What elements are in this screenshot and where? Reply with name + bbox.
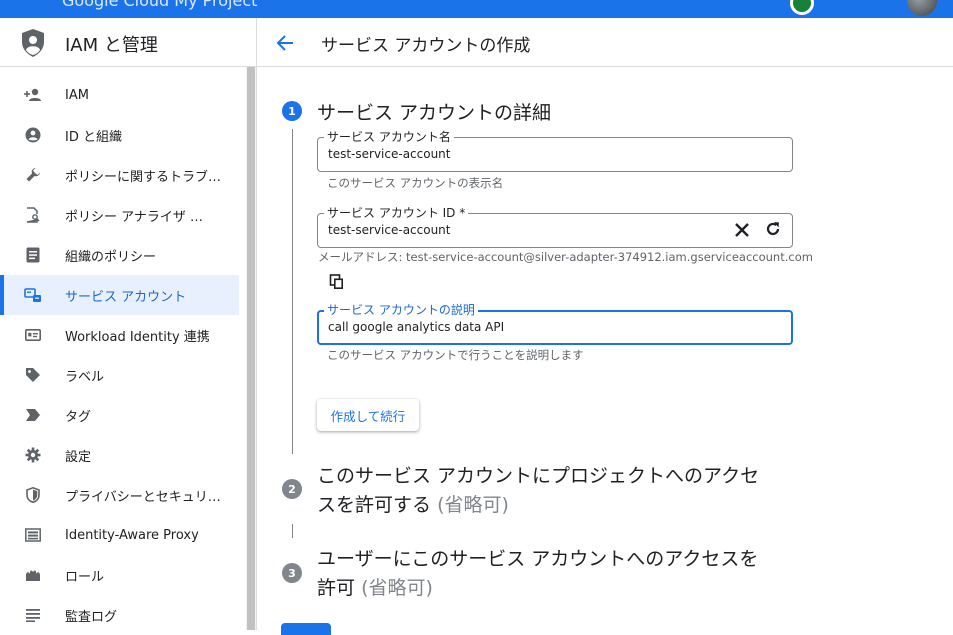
step-1-badge: 1 [282,101,302,121]
sidebar-item-label: 設定 [65,449,92,465]
sidebar-header: IAM と管理 [0,18,256,67]
sidebar-item-audit-logs[interactable]: 監査ログ [0,595,246,635]
avatar[interactable] [907,0,937,16]
step-connector [292,524,293,538]
id-card-icon [24,327,42,343]
email-address: メールアドレス: test-service-account@silver-ada… [318,250,813,264]
sidebar-item-org-policies[interactable]: 組織のポリシー [0,235,246,275]
sidebar-item-label: ロール [65,569,105,585]
person-add-icon [24,87,42,103]
field-label: サービス アカウント ID * [324,204,469,221]
sidebar-scrollbar[interactable] [246,67,256,630]
roles-icon [24,567,42,583]
account-circle-icon [24,127,42,143]
done-button[interactable] [281,623,331,635]
gear-icon [24,447,42,463]
optional-label: (省略可) [361,577,433,599]
sidebar-item-settings[interactable]: 設定 [0,435,246,475]
sidebar-item-label: ポリシー アナライザ … [65,209,204,225]
sidebar-item-identity-org[interactable]: ID と組織 [0,115,246,155]
sidebar: IAM と管理 IAM ID と組織 ポリシーに関するトラブ… ポリシー アナラ… [0,18,257,630]
sidebar-item-label: プライバシーとセキュリ… [65,489,221,505]
sidebar-item-label: サービス アカウント [65,289,187,305]
back-arrow-icon[interactable] [274,32,296,54]
sidebar-item-label: ポリシーに関するトラブ… [65,169,222,185]
status-icon[interactable] [790,0,814,15]
sidebar-item-label: Identity-Aware Proxy [65,527,199,543]
label-icon [24,367,42,383]
top-app-bar: Google Cloud My Project [0,0,953,18]
sidebar-item-label: IAM [65,87,89,103]
service-account-id-field[interactable]: サービス アカウント ID * test-service-account [317,204,793,248]
step-2-title-line1: このサービス アカウントにプロジェクトへのアクセ [317,465,760,487]
step-2-badge: 2 [282,479,302,499]
shield-icon [24,487,42,503]
service-account-description-field[interactable]: サービス アカウントの説明 call google analytics data… [317,301,793,345]
brand-title[interactable]: Google Cloud My Project [62,0,257,10]
step-2-title-line2: スを許可する (省略可) [317,491,817,520]
sidebar-item-label: 組織のポリシー [65,249,157,265]
step-3-title[interactable]: ユーザーにこのサービス アカウントへのアクセスを 許可 (省略可) [317,545,817,603]
create-and-continue-button[interactable]: 作成して続行 [317,399,419,431]
step-3-badge: 3 [282,563,302,583]
sidebar-item-tags[interactable]: タグ [0,395,246,435]
step-connector [292,129,293,454]
name-hint: このサービス アカウントの表示名 [327,176,504,190]
description-hint: このサービス アカウントで行うことを説明します [327,348,584,362]
page-title: サービス アカウントの作成 [321,36,531,56]
service-account-icon [24,287,42,303]
sidebar-title: IAM と管理 [65,35,158,56]
field-value[interactable]: call google analytics data API [328,320,504,334]
step-3-title-line1: ユーザーにこのサービス アカウントへのアクセスを [317,548,759,570]
copy-icon[interactable] [329,274,345,290]
sidebar-item-label: ラベル [65,369,105,385]
document-search-icon [24,207,42,223]
field-value[interactable]: test-service-account [328,147,451,161]
tag-icon [24,407,42,423]
step-3-title-text: 許可 [317,577,356,599]
scrollbar-thumb[interactable] [247,67,255,630]
step-1-title: サービス アカウントの詳細 [317,102,552,124]
clear-icon[interactable] [733,221,751,239]
sidebar-item-privacy-security[interactable]: プライバシーとセキュリ… [0,475,246,515]
optional-label: (省略可) [437,494,509,516]
page-header: サービス アカウントの作成 [257,18,953,67]
sidebar-item-label: 監査ログ [65,609,118,625]
sidebar-item-label: Workload Identity 連携 [65,329,210,345]
sidebar-item-label: タグ [65,409,92,425]
step-2-title-text: スを許可する [317,494,432,516]
service-account-name-field[interactable]: サービス アカウント名 test-service-account [317,128,793,172]
sidebar-item-iam[interactable]: IAM [0,75,246,115]
wrench-icon [24,167,42,183]
sidebar-item-workload-identity[interactable]: Workload Identity 連携 [0,315,246,355]
sidebar-item-policy-analyzer[interactable]: ポリシー アナライザ … [0,195,246,235]
sidebar-item-identity-aware-proxy[interactable]: Identity-Aware Proxy [0,515,246,555]
field-label: サービス アカウントの説明 [324,301,478,318]
sidebar-item-service-accounts[interactable]: サービス アカウント [0,275,239,315]
sidebar-item-roles[interactable]: ロール [0,555,246,595]
sidebar-nav: IAM ID と組織 ポリシーに関するトラブ… ポリシー アナライザ … 組織の… [0,75,246,635]
field-value[interactable]: test-service-account [328,223,451,237]
list-document-icon [24,247,42,263]
step-2-title[interactable]: このサービス アカウントにプロジェクトへのアクセ スを許可する (省略可) [317,462,817,520]
sidebar-item-labels[interactable]: ラベル [0,355,246,395]
field-label: サービス アカウント名 [324,128,454,145]
sidebar-item-label: ID と組織 [65,129,122,145]
refresh-icon[interactable] [764,220,782,238]
proxy-icon [24,527,42,543]
step-3-title-line2: 許可 (省略可) [317,574,817,603]
sidebar-item-policy-troubleshooter[interactable]: ポリシーに関するトラブ… [0,155,246,195]
main-content: サービス アカウントの作成 1 サービス アカウントの詳細 サービス アカウント… [257,18,953,635]
iam-shield-icon [22,29,44,57]
audit-log-icon [24,607,42,623]
